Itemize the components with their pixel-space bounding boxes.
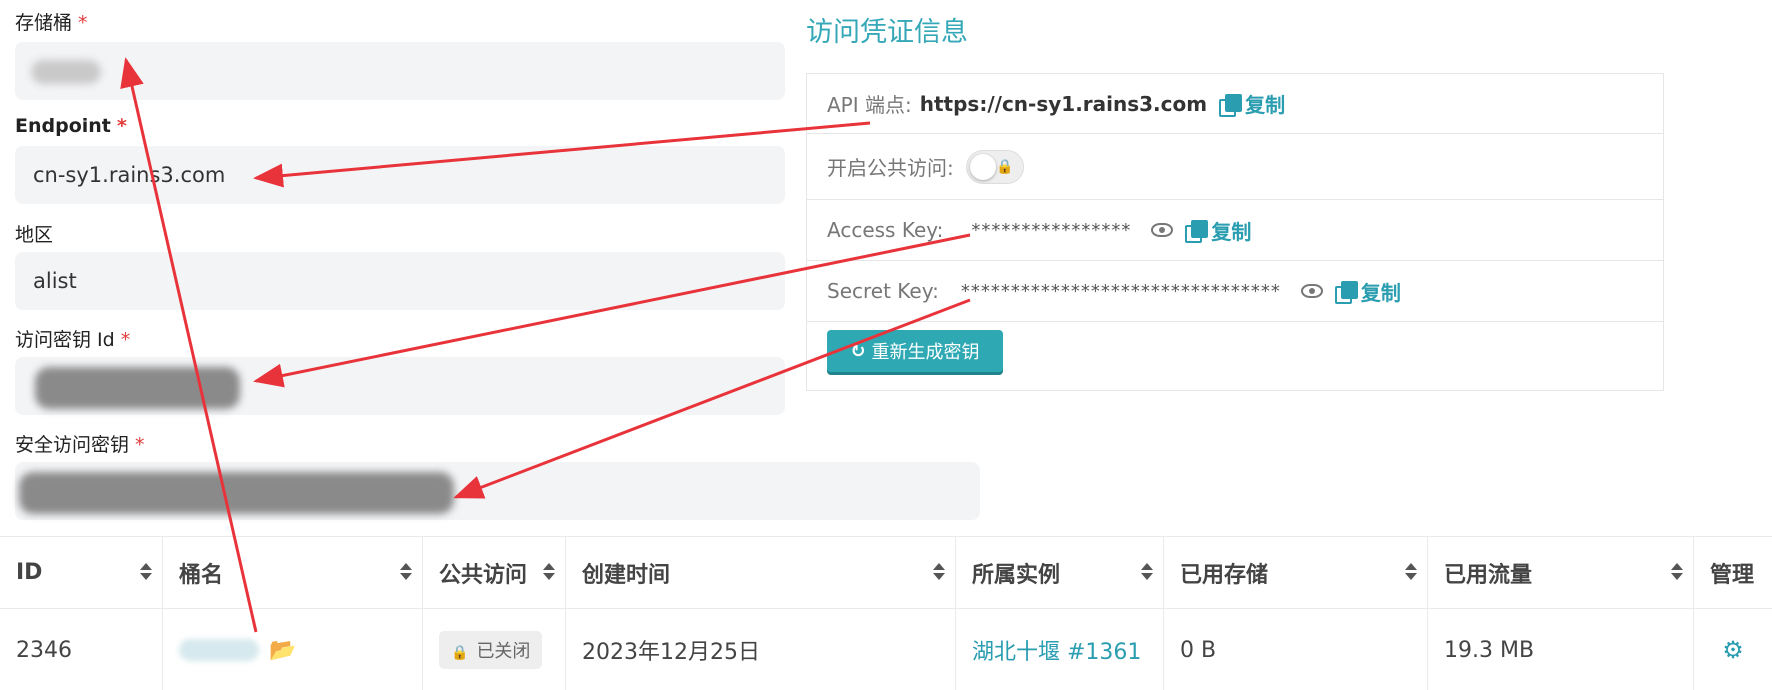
secret-key-row: Secret Key: ****************************… xyxy=(807,261,1663,322)
cell-id: 2346 xyxy=(0,609,163,690)
sort-icon[interactable] xyxy=(400,563,412,581)
secret-key-input[interactable] xyxy=(15,462,980,520)
sort-icon[interactable] xyxy=(1671,563,1683,581)
lock-icon: 🔒 xyxy=(996,158,1014,175)
eye-icon[interactable] xyxy=(1300,284,1323,298)
copy-icon xyxy=(1334,281,1358,304)
cell-public: 🔒 已关闭 xyxy=(423,609,566,690)
sort-icon[interactable] xyxy=(1405,563,1417,581)
column-header-manage: 管理 xyxy=(1694,537,1772,609)
lock-icon: 🔒 xyxy=(451,645,469,661)
redacted-access-key-id xyxy=(35,367,240,409)
toggle-knob xyxy=(969,153,996,180)
copy-access-key-button[interactable]: 复制 xyxy=(1185,216,1251,245)
sort-icon[interactable] xyxy=(933,563,945,581)
cell-created: 2023年12月25日 xyxy=(566,609,956,690)
column-header-traffic[interactable]: 已用流量 xyxy=(1428,537,1694,609)
bucket-label: 存储桶 * xyxy=(15,12,88,34)
panel-title: 访问凭证信息 xyxy=(806,17,968,48)
public-access-toggle[interactable]: 🔒 xyxy=(965,149,1024,184)
access-key-masked: **************** xyxy=(971,219,1132,241)
redacted-bucket-name xyxy=(179,639,259,661)
api-endpoint-label: API 端点: xyxy=(827,93,912,117)
column-header-id[interactable]: ID xyxy=(0,537,163,609)
folder-open-icon[interactable]: 📂 xyxy=(269,638,296,663)
gear-icon[interactable]: ⚙ xyxy=(1722,636,1744,664)
sort-icon[interactable] xyxy=(140,563,152,581)
bucket-table: ID 桶名 公共访问 创建时间 所属实例 已用存储 已用流量 管理 2346 📂… xyxy=(0,536,1772,690)
eye-icon[interactable] xyxy=(1151,223,1174,237)
public-access-row: 开启公共访问: 🔒 xyxy=(807,134,1663,200)
endpoint-input[interactable]: cn-sy1.rains3.com xyxy=(15,146,785,204)
api-endpoint-value: https://cn-sy1.rains3.com xyxy=(919,91,1208,116)
access-key-id-input[interactable] xyxy=(15,357,785,415)
regenerate-key-button[interactable]: ↻ 重新生成密钥 xyxy=(827,330,1003,372)
cell-instance[interactable]: 湖北十堰 #1361 xyxy=(956,609,1164,690)
copy-endpoint-button[interactable]: 复制 xyxy=(1219,89,1285,118)
column-header-storage[interactable]: 已用存储 xyxy=(1164,537,1428,609)
cell-manage: ⚙ xyxy=(1694,609,1772,690)
access-key-id-label: 访问密钥 Id * xyxy=(15,329,131,351)
public-access-label: 开启公共访问: xyxy=(827,156,954,180)
copy-secret-key-button[interactable]: 复制 xyxy=(1334,277,1401,306)
cell-bucket: 📂 xyxy=(163,609,423,690)
copy-icon xyxy=(1219,93,1243,117)
column-header-created[interactable]: 创建时间 xyxy=(566,537,956,609)
secret-key-label: Secret Key: xyxy=(827,279,939,303)
secret-key-masked: ******************************** xyxy=(960,280,1281,302)
status-badge: 🔒 已关闭 xyxy=(439,631,543,669)
region-label: 地区 xyxy=(15,224,54,246)
redacted-bucket-name xyxy=(31,60,101,84)
region-input[interactable]: alist xyxy=(15,252,785,310)
column-header-public[interactable]: 公共访问 xyxy=(423,537,566,609)
refresh-icon: ↻ xyxy=(850,340,866,362)
access-key-label: Access Key: xyxy=(827,218,944,242)
access-key-row: Access Key: **************** 复制 xyxy=(807,200,1663,261)
bucket-input[interactable] xyxy=(15,42,785,100)
redacted-secret-key xyxy=(19,472,454,514)
api-endpoint-row: API 端点: https://cn-sy1.rains3.com 复制 xyxy=(807,74,1663,134)
column-header-bucket[interactable]: 桶名 xyxy=(163,537,423,609)
copy-icon xyxy=(1185,220,1209,243)
secret-key-label: 安全访问密钥 * xyxy=(15,434,145,456)
column-header-instance[interactable]: 所属实例 xyxy=(956,537,1164,609)
credentials-panel: API 端点: https://cn-sy1.rains3.com 复制 开启公… xyxy=(806,73,1664,391)
cell-traffic: 19.3 MB xyxy=(1428,609,1694,690)
sort-icon[interactable] xyxy=(1141,563,1153,581)
cell-storage: 0 B xyxy=(1164,609,1428,690)
sort-icon[interactable] xyxy=(543,563,555,581)
endpoint-label: Endpoint * xyxy=(15,115,127,137)
